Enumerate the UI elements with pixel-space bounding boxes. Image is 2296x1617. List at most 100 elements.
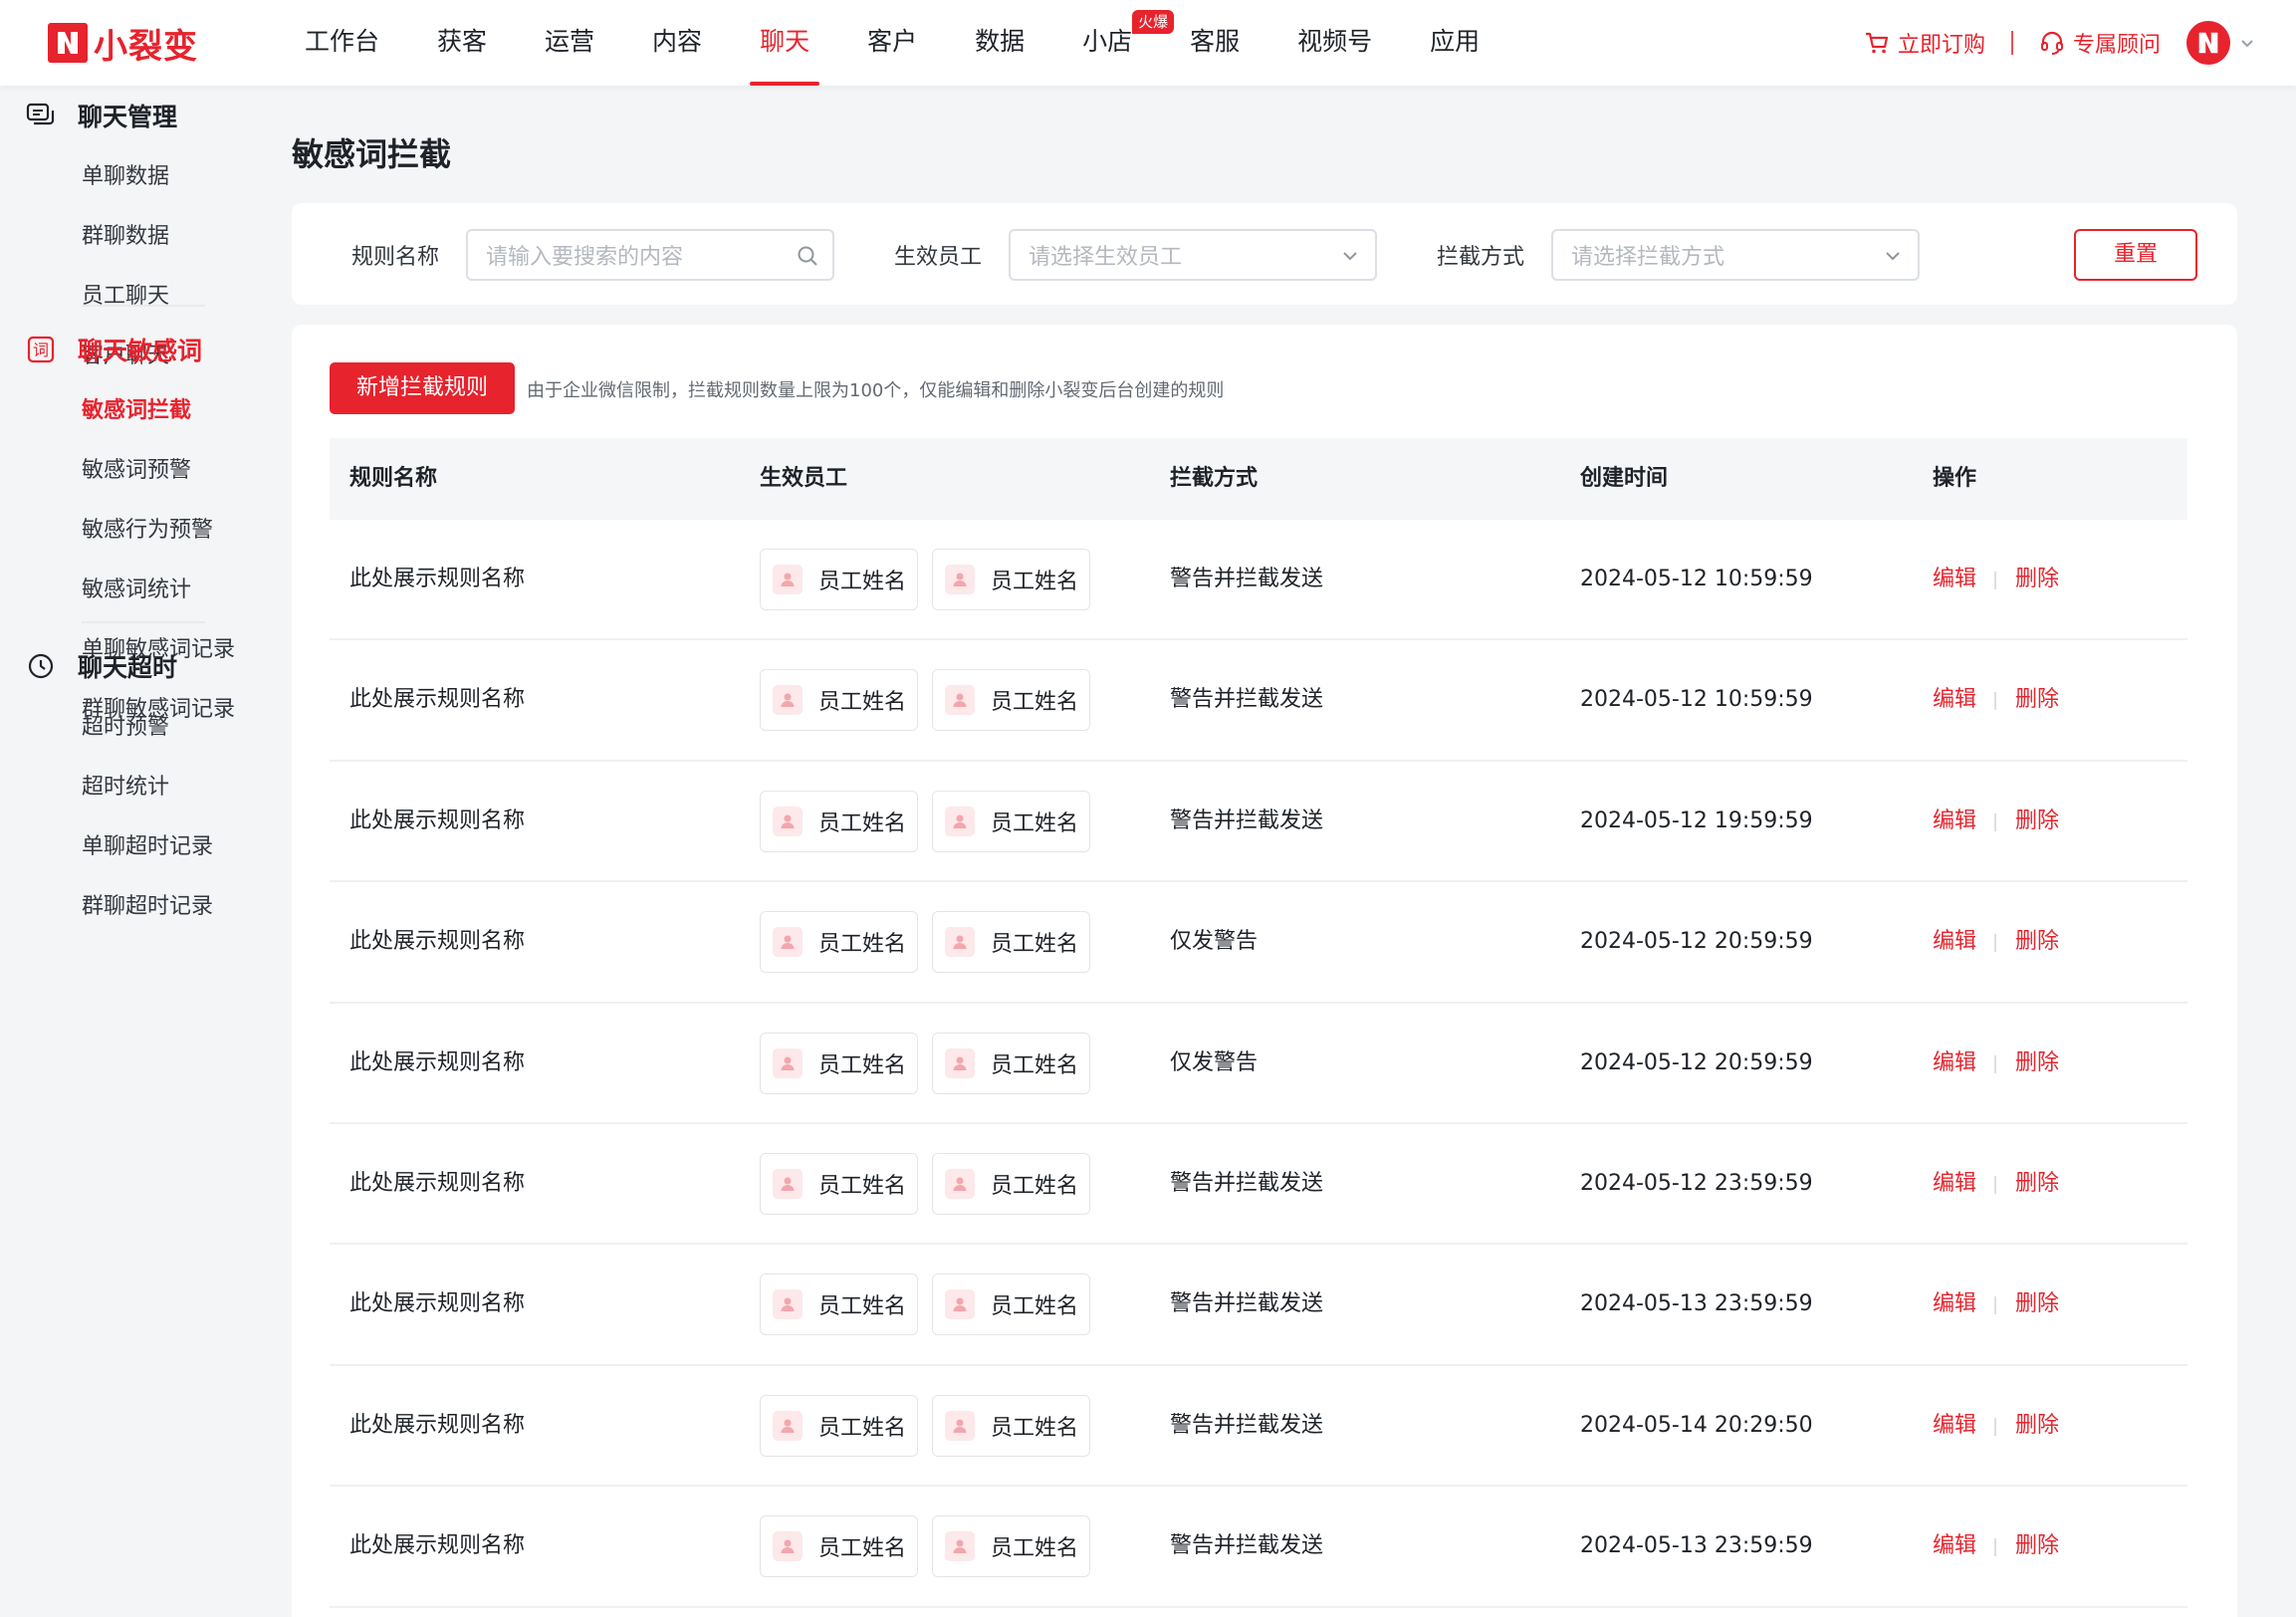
- nav-item-label: 获客: [437, 27, 488, 56]
- nav-item-label: 运营: [545, 27, 595, 56]
- sidebar-group-header[interactable]: 词 聊天敏感词: [0, 330, 239, 369]
- sidebar-item[interactable]: 超时统计: [0, 758, 239, 817]
- table-body: 此处展示规则名称 员工姓名 员工姓名 警告并拦截发送 2024-05-12 10:59:…: [330, 520, 2187, 1608]
- chevron-down-icon[interactable]: [2238, 34, 2256, 52]
- staff-tag: 员工姓名: [760, 911, 918, 974]
- nav-item[interactable]: 客服: [1190, 0, 1240, 86]
- edit-link[interactable]: 编辑: [1933, 1245, 1976, 1364]
- advisor-link[interactable]: 专属顾问: [2039, 27, 2161, 59]
- intercept-mode-cell: 警告并拦截发送: [1170, 1533, 1324, 1559]
- delete-link[interactable]: 删除: [2015, 640, 2059, 760]
- sidebar: 聊天管理 单聊数据 群聊数据 员工聊天 客户聊天词聊天敏感词 敏感词拦截 敏感词预警 敏感行为…: [0, 86, 239, 1617]
- nav-item[interactable]: 工作台: [305, 0, 379, 86]
- brand-logo[interactable]: 小裂变: [48, 20, 198, 67]
- created-time-cell: 2024-05-12 19:59:59: [1580, 808, 1813, 833]
- sidebar-item[interactable]: 单聊超时记录: [0, 817, 239, 877]
- staff-name: 员工姓名: [991, 1294, 1079, 1320]
- edit-link[interactable]: 编辑: [1933, 520, 1976, 639]
- action-divider: [1994, 692, 1996, 711]
- reset-button[interactable]: 重置: [2074, 229, 2197, 281]
- created-time-cell: 2024-05-13 23:59:59: [1580, 1291, 1813, 1317]
- edit-link[interactable]: 编辑: [1933, 882, 1976, 1002]
- staff-select[interactable]: 请选择生效员工: [1009, 229, 1377, 281]
- delete-link[interactable]: 删除: [2015, 1004, 2059, 1123]
- sidebar-divider: [82, 305, 205, 307]
- user-avatar[interactable]: [2186, 21, 2230, 65]
- delete-link[interactable]: 删除: [2015, 1366, 2059, 1486]
- column-header: 创建时间: [1580, 466, 1669, 491]
- sidebar-item[interactable]: 敏感词拦截: [0, 381, 239, 441]
- table-row: 此处展示规则名称 员工姓名 员工姓名 警告并拦截发送 2024-05-12 10:59:…: [330, 520, 2187, 641]
- action-divider: [1994, 934, 1996, 953]
- nav-item[interactable]: 内容: [652, 0, 702, 86]
- created-time-cell: 2024-05-12 10:59:59: [1580, 687, 1813, 713]
- order-now-label: 立即订购: [1897, 33, 1985, 58]
- hot-badge: 火爆: [1132, 10, 1175, 34]
- nav-item[interactable]: 数据: [975, 0, 1025, 86]
- sidebar-item[interactable]: 敏感词预警: [0, 441, 239, 501]
- created-time-cell: 2024-05-12 23:59:59: [1580, 1170, 1813, 1196]
- nav-item-label: 内容: [652, 27, 703, 56]
- mode-select[interactable]: 请选择拦截方式: [1551, 229, 1920, 281]
- nav-item[interactable]: 小店 火爆: [1082, 0, 1175, 86]
- sidebar-item[interactable]: 超时预警: [0, 698, 239, 758]
- sidebar-item[interactable]: 员工聊天: [0, 267, 239, 327]
- search-icon[interactable]: [797, 245, 818, 267]
- table-row: 此处展示规则名称 员工姓名 员工姓名 警告并拦截发送 2024-05-13 23:59:…: [330, 1245, 2187, 1366]
- sidebar-item[interactable]: 群聊超时记录: [0, 877, 239, 937]
- sidebar-item[interactable]: 群聊数据: [0, 207, 239, 267]
- logo-icon: [2198, 32, 2218, 54]
- user-avatar-icon: [773, 1047, 803, 1078]
- edit-link[interactable]: 编辑: [1933, 1366, 1976, 1486]
- intercept-mode-cell: 仅发警告: [1170, 1049, 1259, 1075]
- sidebar-group-title: 聊天敏感词: [78, 337, 203, 365]
- user-avatar-icon: [945, 806, 975, 836]
- nav-item[interactable]: 运营: [545, 0, 594, 86]
- rule-name-search-input[interactable]: 请输入要搜索的内容: [466, 229, 834, 281]
- delete-link[interactable]: 删除: [2015, 520, 2059, 639]
- add-rule-button[interactable]: 新增拦截规则: [330, 362, 515, 414]
- created-time-cell: 2024-05-13 23:59:59: [1580, 1533, 1813, 1559]
- rule-name-cell: 此处展示规则名称: [349, 1170, 526, 1196]
- staff-name: 员工姓名: [818, 570, 907, 594]
- table-row: 此处展示规则名称 员工姓名 员工姓名 仅发警告 2024-05-12 20:59:59 编…: [330, 1004, 2187, 1124]
- sidebar-group-header[interactable]: 聊天超时: [0, 646, 239, 686]
- edit-link[interactable]: 编辑: [1933, 1487, 1976, 1606]
- action-divider: [1994, 1417, 1996, 1436]
- action-divider: [1994, 1538, 1996, 1557]
- edit-link[interactable]: 编辑: [1933, 762, 1976, 881]
- edit-link[interactable]: 编辑: [1933, 1004, 1976, 1123]
- sidebar-item[interactable]: 敏感行为预警: [0, 501, 239, 561]
- staff-name: 员工姓名: [991, 810, 1079, 836]
- rule-name-cell: 此处展示规则名称: [349, 1049, 526, 1075]
- order-now-link[interactable]: 立即订购: [1864, 27, 1985, 59]
- column-header: 拦截方式: [1170, 466, 1259, 491]
- delete-link[interactable]: 删除: [2015, 1124, 2059, 1244]
- nav-item[interactable]: 获客: [437, 0, 487, 86]
- column-header: 操作: [1933, 466, 1977, 491]
- sidebar-group-header[interactable]: 聊天管理: [0, 96, 239, 135]
- staff-name: 员工姓名: [818, 1294, 907, 1320]
- nav-item[interactable]: 应用: [1430, 0, 1480, 86]
- sidebar-item[interactable]: 单聊数据: [0, 147, 239, 207]
- staff-tag: 员工姓名: [760, 1032, 918, 1094]
- delete-link[interactable]: 删除: [2015, 1487, 2059, 1606]
- delete-link[interactable]: 删除: [2015, 762, 2059, 881]
- delete-link[interactable]: 删除: [2015, 882, 2059, 1002]
- nav-item[interactable]: 客户: [867, 0, 917, 86]
- nav-item[interactable]: 视频号: [1297, 0, 1372, 86]
- action-divider: [1994, 1175, 1996, 1194]
- rule-name-cell: 此处展示规则名称: [349, 567, 526, 591]
- edit-link[interactable]: 编辑: [1933, 640, 1976, 760]
- created-time-cell: 2024-05-12 10:59:59: [1580, 567, 1813, 591]
- staff-tag: 员工姓名: [932, 1515, 1090, 1578]
- staff-name: 员工姓名: [991, 932, 1079, 958]
- sidebar-divider: [82, 621, 205, 623]
- staff-tag: 员工姓名: [760, 549, 918, 610]
- rule-name-cell: 此处展示规则名称: [349, 1533, 526, 1559]
- sidebar-item[interactable]: 敏感词统计: [0, 561, 239, 620]
- user-avatar-icon: [945, 1289, 975, 1320]
- edit-link[interactable]: 编辑: [1933, 1124, 1976, 1244]
- delete-link[interactable]: 删除: [2015, 1245, 2059, 1364]
- nav-item[interactable]: 聊天: [750, 0, 820, 86]
